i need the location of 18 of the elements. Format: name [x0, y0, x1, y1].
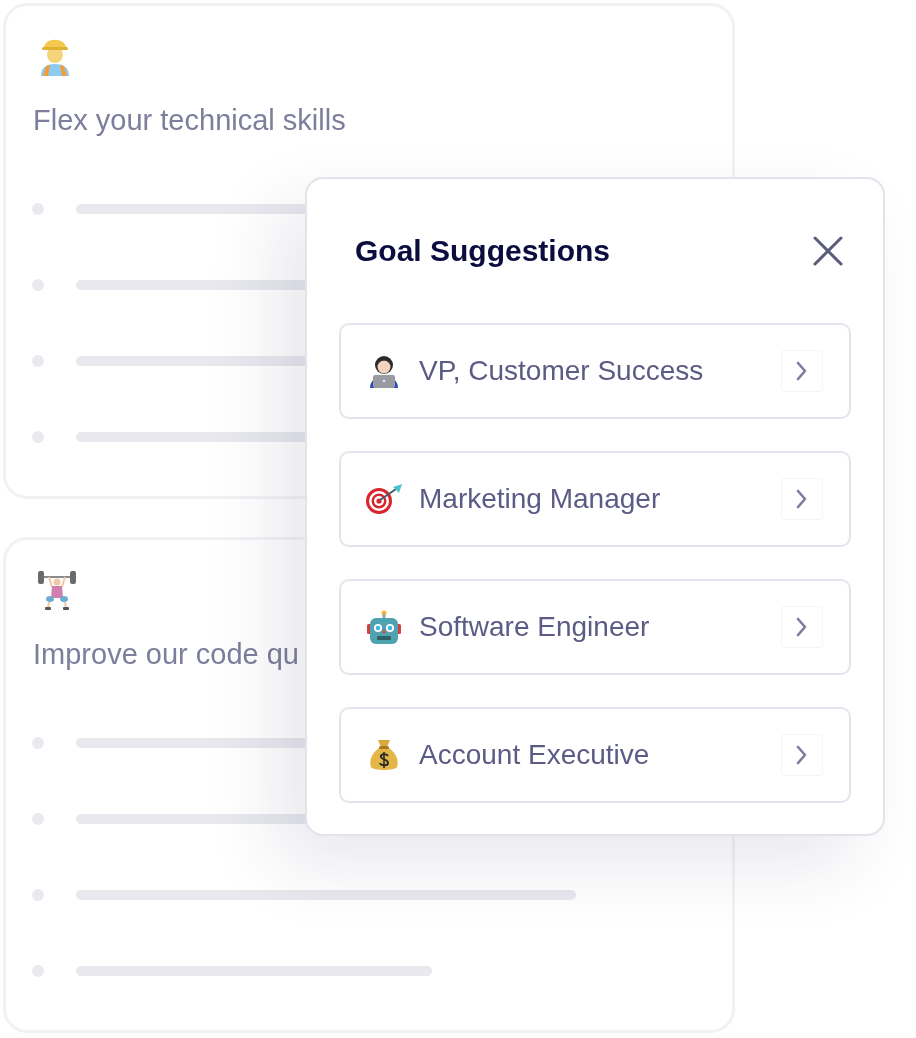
target-dart-icon — [365, 483, 403, 515]
suggestion-item[interactable]: Software Engineer — [339, 579, 851, 675]
suggestion-item[interactable]: VP, Customer Success — [339, 323, 851, 419]
chevron-right-icon — [781, 478, 823, 520]
close-button[interactable] — [813, 236, 843, 266]
person-laptop-icon — [368, 354, 400, 388]
chevron-right-icon — [781, 734, 823, 776]
chevron-right-icon — [781, 350, 823, 392]
card-title: Improve our code qu — [33, 637, 299, 671]
close-icon — [813, 236, 843, 266]
weightlifter-icon — [38, 570, 76, 610]
robot-icon — [367, 610, 401, 644]
chevron-right-icon — [781, 606, 823, 648]
suggestion-item[interactable]: Marketing Manager — [339, 451, 851, 547]
card-title: Flex your technical skills — [33, 103, 346, 137]
suggestion-item[interactable]: Account Executive — [339, 707, 851, 803]
money-bag-icon — [369, 738, 399, 772]
dialog-title: Goal Suggestions — [355, 233, 611, 269]
